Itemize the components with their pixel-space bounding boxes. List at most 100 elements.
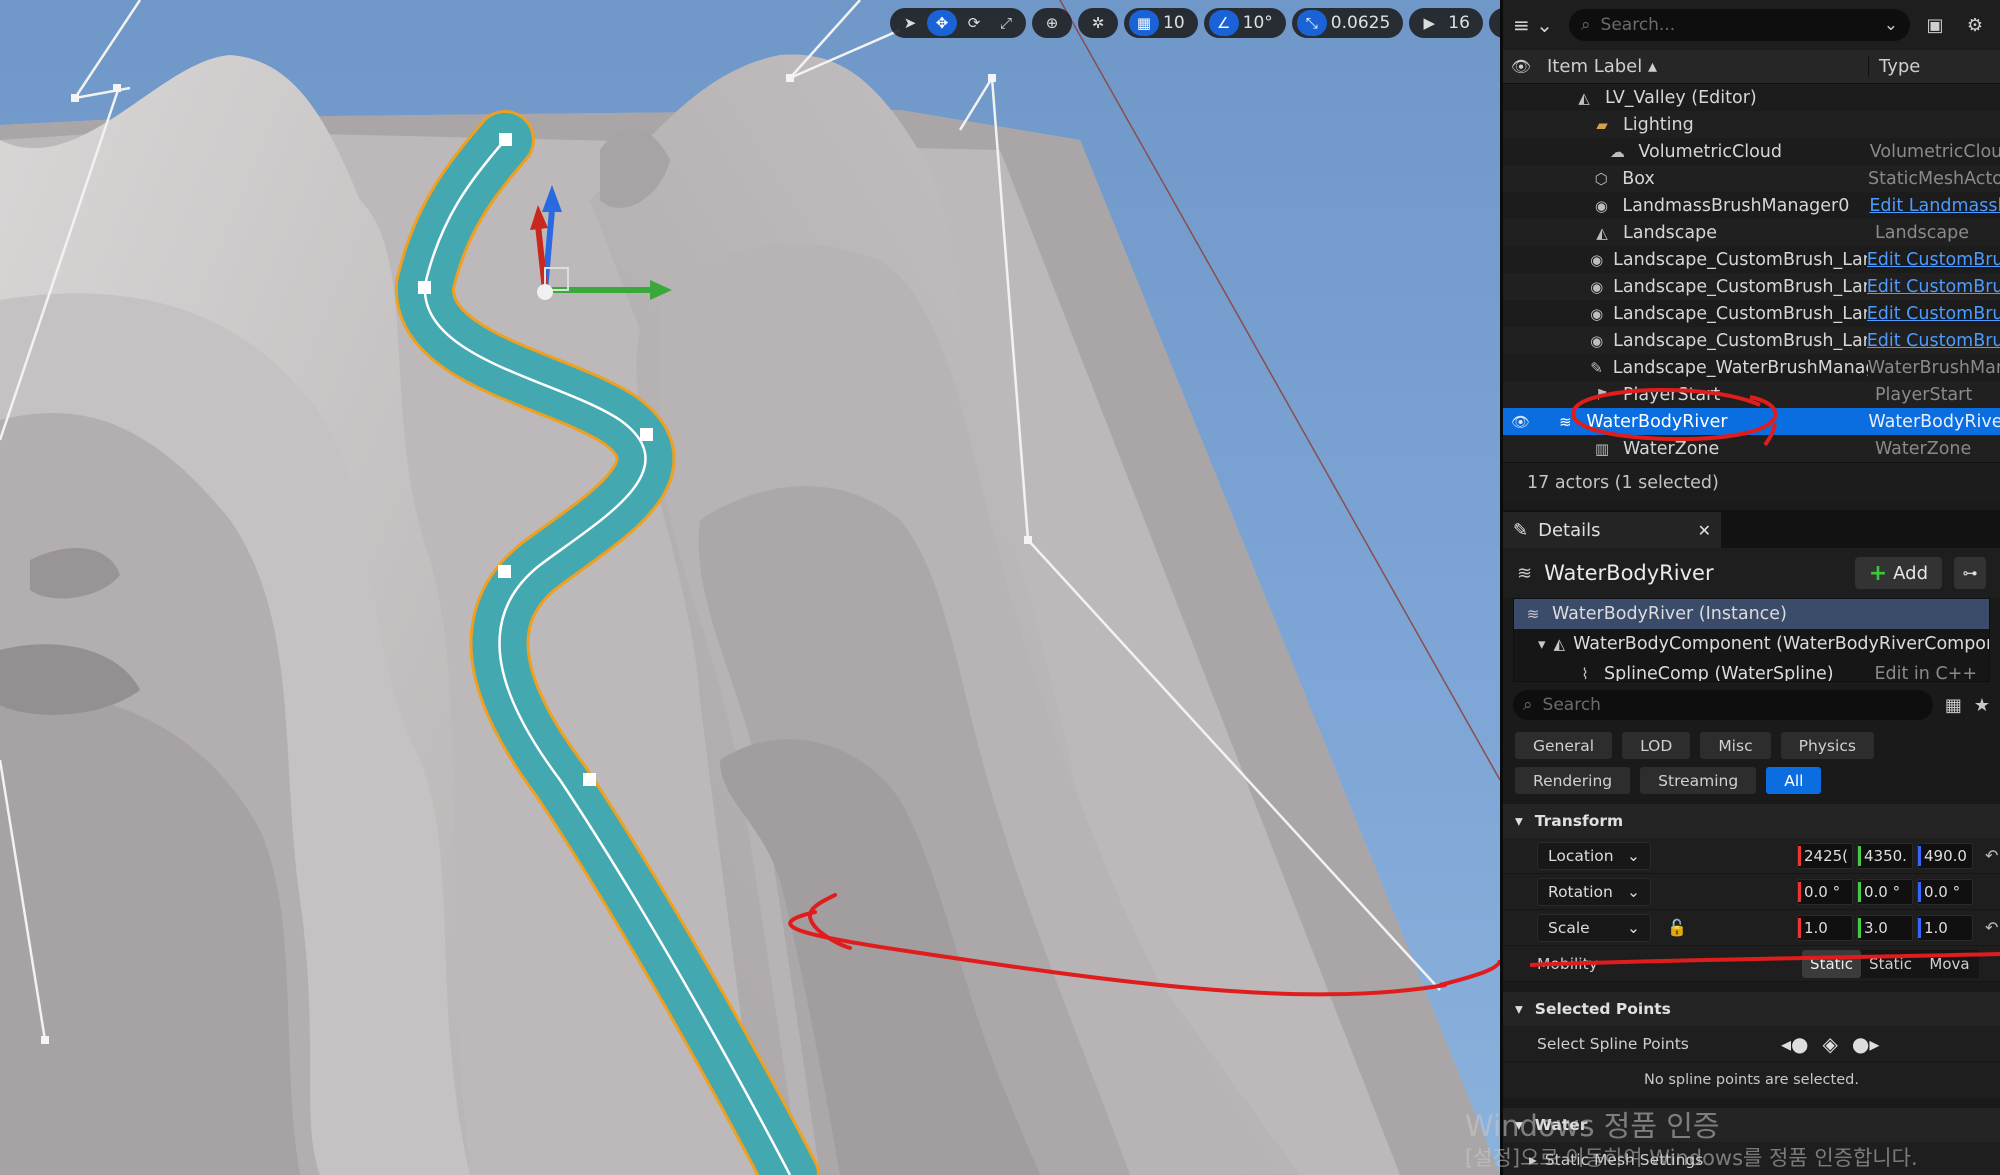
level-viewport[interactable]: ➤ ✥ ⟳ ⤢ ⊕ ✲ ▦ 10 ∠ 10° ⤡ 0.0625 ▶ 16 ⊞ <box>0 0 1500 1175</box>
right-panel: ≡ ⌄ ⌕ Search... ⌄ ▣ ⚙ 👁 Item Label ▴ Typ… <box>1500 0 2000 1175</box>
select-next-point-icon[interactable]: ●▸ <box>1852 1032 1880 1056</box>
details-tabbar: ✎ Details ✕ <box>1503 510 2000 548</box>
table-view-icon[interactable]: ▦ <box>1945 695 1962 716</box>
type-column[interactable]: Type <box>1869 56 1920 77</box>
component-tree: ≋ WaterBodyRiver (Instance) ▾ ◭ WaterBodyCo… <box>1513 598 1990 682</box>
grid-snap-value[interactable]: 10 <box>1161 13 1193 33</box>
list-item[interactable]: ✎ Landscape_WaterBrushManager WaterBrushMa… <box>1503 354 2000 381</box>
camera-icon[interactable]: ▶ <box>1414 10 1444 36</box>
collapse-arrow-icon[interactable]: ▾ <box>1538 635 1546 653</box>
outliner-search-placeholder: Search... <box>1600 15 1676 35</box>
select-prev-point-icon[interactable]: ◂● <box>1781 1032 1809 1056</box>
section-title: Selected Points <box>1534 1000 1671 1018</box>
blueprint-icon[interactable]: ⊶ <box>1954 557 1986 589</box>
layout-group: ⊞ <box>1488 8 1500 38</box>
location-z-field[interactable]: 490.0 <box>1917 842 1973 869</box>
item-label-column[interactable]: Item Label ▴ <box>1539 56 1869 77</box>
list-item[interactable]: ⬡ Box StaticMeshActo <box>1503 165 2000 192</box>
list-item[interactable]: ◉ Landscape_CustomBrush_LandnEdit CustomB… <box>1503 246 2000 273</box>
scale-z-field[interactable]: 1.0 <box>1917 914 1973 941</box>
location-y-field[interactable]: 4350. <box>1857 842 1913 869</box>
scale-mode-icon[interactable]: ⤢ <box>991 10 1021 36</box>
component-row[interactable]: ▾ ◭ WaterBodyComponent (WaterBodyRiverComp… <box>1514 629 1989 659</box>
row-type-link[interactable]: Edit Landmassl <box>1869 196 2000 216</box>
scale-y-field[interactable]: 3.0 <box>1857 914 1913 941</box>
favorites-star-icon[interactable]: ★ <box>1974 695 1990 716</box>
category-lod[interactable]: LOD <box>1622 732 1691 759</box>
outliner-search-input[interactable]: ⌕ Search... ⌄ <box>1569 9 1910 41</box>
settings-icon[interactable]: ⚙ <box>1960 10 1990 40</box>
reset-icon[interactable]: ↶ <box>1985 846 1998 865</box>
selected-points-header[interactable]: ▾ Selected Points <box>1503 992 2000 1026</box>
list-item[interactable]: ◭ Landscape Landscape <box>1503 219 2000 246</box>
row-type-link[interactable]: Edit CustomBru <box>1867 277 2000 297</box>
component-row[interactable]: ⌇ SplineComp (WaterSpline) Edit in C++ <box>1514 659 1989 681</box>
row-type-link[interactable]: Edit CustomBru <box>1867 250 2000 270</box>
rotation-row: Rotation ⌄ 0.0 ° 0.0 ° 0.0 ° <box>1503 874 2000 910</box>
category-streaming[interactable]: Streaming <box>1640 767 1757 794</box>
row-label: VolumetricCloud <box>1638 141 1782 162</box>
scale-dropdown[interactable]: Scale ⌄ <box>1537 913 1651 942</box>
category-general[interactable]: General <box>1515 732 1613 759</box>
world-local-icon[interactable]: ⊕ <box>1037 10 1067 36</box>
translate-mode-icon[interactable]: ✥ <box>927 10 957 36</box>
select-all-points-icon[interactable]: ◈ <box>1823 1032 1838 1056</box>
row-label: Landscape_CustomBrush_Landn <box>1613 276 1867 297</box>
tab-details[interactable]: ✎ Details ✕ <box>1503 512 1721 548</box>
list-item[interactable]: ☁ VolumetricCloud VolumetricClou <box>1503 138 2000 165</box>
rotation-x-field[interactable]: 0.0 ° <box>1797 878 1853 905</box>
add-folder-icon[interactable]: ▣ <box>1920 10 1950 40</box>
actor-icon: ◉ <box>1590 250 1604 269</box>
list-item[interactable]: ◉ Landscape_CustomBrush_LandnEdit CustomB… <box>1503 273 2000 300</box>
scale-snap-icon[interactable]: ⤡ <box>1296 10 1327 36</box>
list-item[interactable]: ▰ Lighting <box>1503 111 2000 138</box>
filter-icon[interactable]: ≡ ⌄ <box>1513 10 1559 40</box>
component-row[interactable]: ≋ WaterBodyRiver (Instance) <box>1514 599 1989 629</box>
scale-snap-group: ⤡ 0.0625 <box>1291 8 1404 38</box>
chevron-down-icon[interactable]: ⌄ <box>1884 15 1898 35</box>
location-x-field[interactable]: 2425( <box>1797 842 1853 869</box>
rotation-z-field[interactable]: 0.0 ° <box>1917 878 1973 905</box>
category-misc[interactable]: Misc <box>1700 732 1771 759</box>
add-component-button[interactable]: + Add <box>1854 557 1942 589</box>
list-item[interactable]: ◉ LandmassBrushManager0 Edit Landmassl <box>1503 192 2000 219</box>
row-type: StaticMeshActo <box>1868 168 2000 189</box>
list-item[interactable]: ◉ Landscape_CustomBrush_LandnEdit CustomB… <box>1503 327 2000 354</box>
camera-speed-value[interactable]: 16 <box>1446 13 1478 33</box>
rotation-snap-value[interactable]: 10° <box>1241 13 1281 33</box>
transform-section-header[interactable]: ▾ Transform <box>1503 804 2000 838</box>
lock-icon[interactable]: 🔓 <box>1667 918 1687 937</box>
list-item[interactable]: ◭ LV_Valley (Editor) <box>1503 84 2000 111</box>
list-item[interactable]: ◉ Landscape_CustomBrush_LandnEdit CustomB… <box>1503 300 2000 327</box>
row-label: Landscape <box>1623 222 1718 243</box>
grid-snap-icon[interactable]: ▦ <box>1129 10 1159 36</box>
row-type-link[interactable]: Edit CustomBru <box>1867 304 2000 324</box>
water-brush-icon: ✎ <box>1590 358 1603 377</box>
rotation-y-field[interactable]: 0.0 ° <box>1857 878 1913 905</box>
scale-x-field[interactable]: 1.0 <box>1797 914 1853 941</box>
scale-snap-value[interactable]: 0.0625 <box>1329 13 1398 33</box>
edit-cpp-link[interactable]: Edit in C++ <box>1874 664 1989 681</box>
details-search-input[interactable]: ⌕ Search <box>1513 690 1933 720</box>
transform-mode-group: ➤ ✥ ⟳ ⤢ <box>890 8 1026 38</box>
category-physics[interactable]: Physics <box>1780 732 1874 759</box>
surface-snap-icon[interactable]: ✲ <box>1083 10 1113 36</box>
row-type-link[interactable]: Edit CustomBru <box>1867 331 2000 351</box>
row-label: Landscape_CustomBrush_Landn <box>1613 303 1867 324</box>
select-mode-icon[interactable]: ➤ <box>895 10 925 36</box>
location-row: Location ⌄ 2425( 4350. 490.0 ↶ <box>1503 838 2000 874</box>
eye-icon[interactable]: 👁 <box>1503 413 1538 431</box>
details-title: WaterBodyRiver <box>1544 561 1714 585</box>
rotate-mode-icon[interactable]: ⟳ <box>959 10 989 36</box>
row-label: Landscape_WaterBrushManager <box>1612 357 1868 378</box>
rotation-snap-icon[interactable]: ∠ <box>1208 10 1239 36</box>
rotation-dropdown[interactable]: Rotation ⌄ <box>1537 877 1651 906</box>
landscape-scene[interactable] <box>0 0 1500 1175</box>
location-dropdown[interactable]: Location ⌄ <box>1537 841 1651 870</box>
close-icon[interactable]: ✕ <box>1698 521 1711 540</box>
category-rendering[interactable]: Rendering <box>1515 767 1631 794</box>
reset-icon[interactable]: ↶ <box>1985 918 1998 937</box>
visibility-column-icon[interactable]: 👁 <box>1503 57 1539 76</box>
category-all[interactable]: All <box>1766 767 1822 794</box>
row-label: Box <box>1622 168 1655 189</box>
